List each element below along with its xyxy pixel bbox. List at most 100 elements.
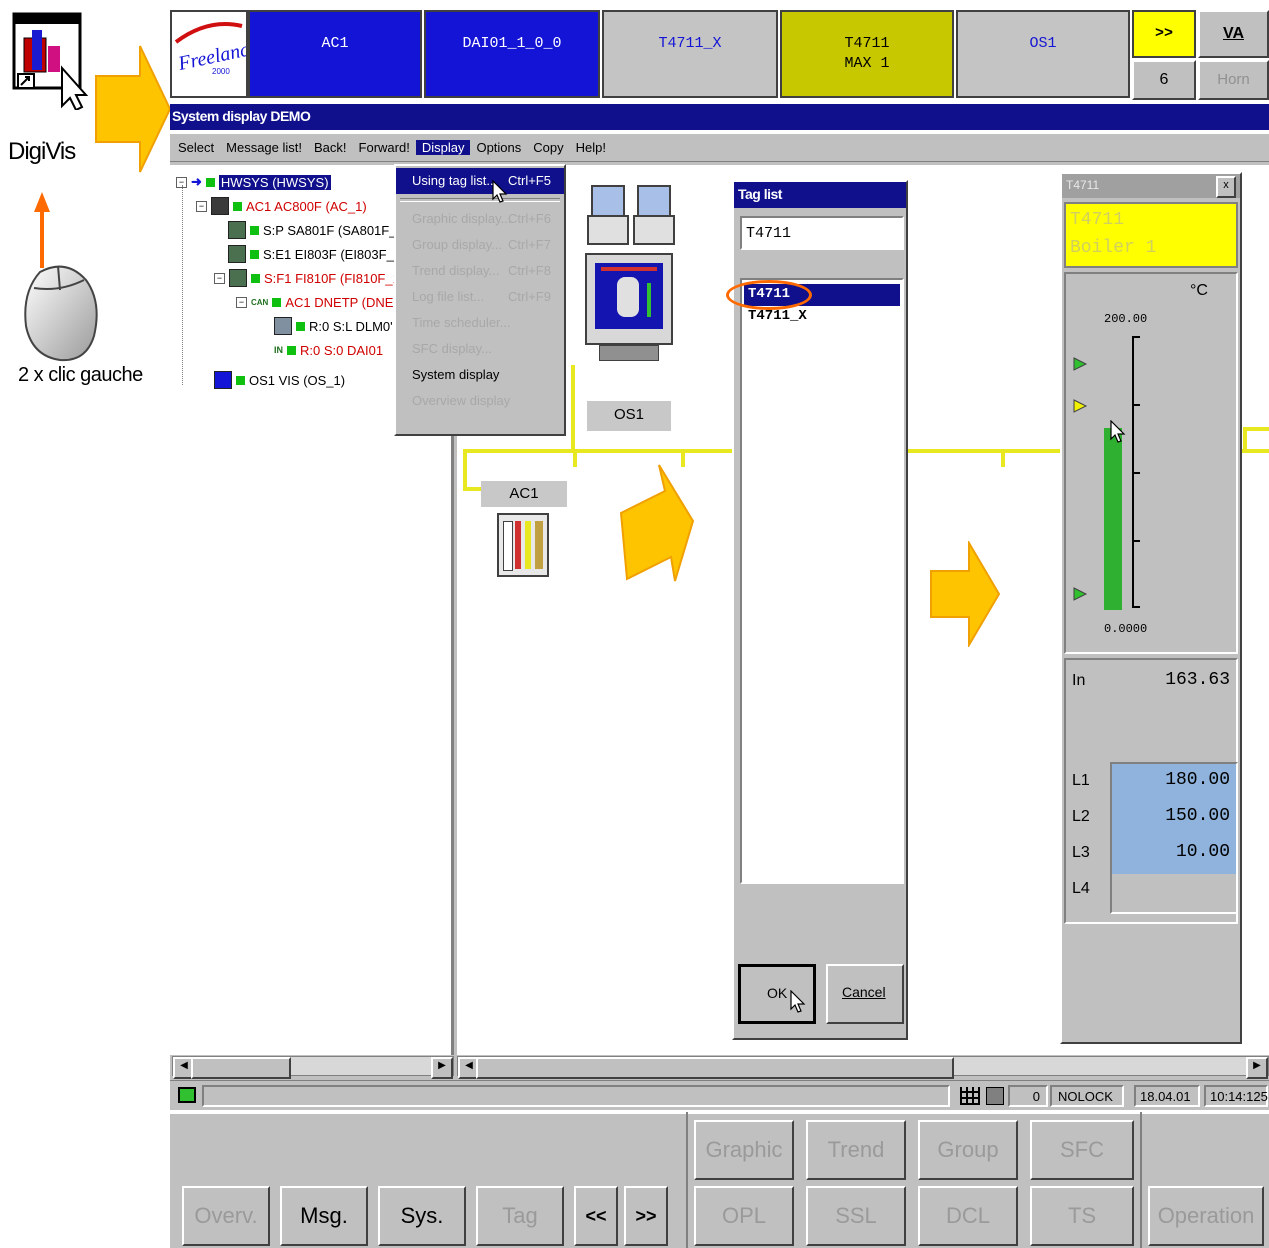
status-message-field (202, 1085, 950, 1107)
trend-button[interactable]: Trend (806, 1120, 906, 1180)
limit-label-l1: L1 (1072, 772, 1090, 789)
tag-button[interactable]: Tag (476, 1186, 564, 1246)
menu-item-using-tag-list[interactable]: Using tag list... Ctrl+F5 (396, 168, 564, 194)
status-indicator-icon (178, 1087, 196, 1103)
tree-label: S:E1 EI803F (EI803F_1 (263, 246, 402, 262)
faceplate-bargraph-area: °C 200.00 0.0000 (1064, 272, 1238, 654)
limit-value-l3[interactable]: 10.00 (1176, 842, 1230, 862)
limit-label-l4: L4 (1072, 880, 1090, 897)
horn-button[interactable]: Horn (1198, 60, 1269, 100)
display-dropdown: Using tag list... Ctrl+F5 Graphic display… (394, 164, 566, 436)
module-icon (229, 269, 247, 287)
limit-label-l2: L2 (1072, 808, 1090, 825)
mouse-caption: 2 x clic gauche (18, 364, 143, 386)
lock-status: NOLOCK (1058, 1089, 1113, 1104)
tree-node-ac1[interactable]: − AC1 AC800F (AC_1) (196, 195, 367, 217)
scroll-right-arrow[interactable]: ▶ (431, 1057, 453, 1079)
message-button[interactable]: Msg. (280, 1186, 368, 1246)
faceplate-t4711: T4711 x T4711 Boiler 1 °C 200.00 0.0000 … (1060, 172, 1242, 1044)
status-date: 18.04.01 (1140, 1089, 1191, 1104)
menu-forward[interactable]: Forward! (353, 140, 416, 155)
tree-node-dnetp[interactable]: − CAN AC1 DNETP (DNE (236, 291, 393, 313)
tag-listbox[interactable]: T4711 T4711_X (740, 278, 904, 884)
module-icon (228, 245, 246, 263)
scroll-thumb[interactable] (476, 1057, 954, 1079)
alarm-cell-os1[interactable]: OS1 (956, 10, 1130, 98)
tree-horizontal-scrollbar[interactable]: ◀ ▶ (172, 1056, 454, 1079)
alarm-cell-dai01[interactable]: DAI01_1_0_0 (424, 10, 600, 98)
menu-item-log-file-list: Log file list... Ctrl+F9 (412, 289, 551, 304)
system-button[interactable]: Sys. (378, 1186, 466, 1246)
ac1-controller-icon[interactable] (497, 513, 549, 577)
menu-display[interactable]: Display (415, 140, 471, 155)
limit-value-l2[interactable]: 150.00 (1165, 806, 1230, 826)
menu-item-group-display: Group display... Ctrl+F7 (412, 237, 551, 252)
menu-select[interactable]: Select (172, 140, 220, 155)
limit-marker-green-high (1073, 357, 1088, 371)
menu-copy[interactable]: Copy (527, 140, 569, 155)
scale-max: 200.00 (1104, 312, 1148, 326)
next-page-button[interactable]: >> (1132, 10, 1196, 58)
menu-item-sfc-display: SFC display... (412, 341, 492, 356)
os1-label: OS1 (587, 401, 671, 431)
alarm-cell-t4711x[interactable]: T4711_X (602, 10, 778, 98)
tree-node-os1[interactable]: OS1 VIS (OS_1) (214, 369, 345, 391)
cancel-button[interactable]: Cancel (826, 964, 904, 1024)
tree-label: R:0 S:0 DAI01 (300, 342, 384, 358)
ts-button[interactable]: TS (1030, 1186, 1134, 1246)
faceplate-header: T4711 Boiler 1 (1064, 202, 1238, 268)
tree-label: S:P SA801F (SA801F_ (263, 222, 397, 238)
tag-list-item-t4711x[interactable]: T4711_X (744, 308, 900, 328)
scroll-right-arrow[interactable]: ▶ (1246, 1057, 1268, 1079)
tree-node-sp[interactable]: S:P SA801F (SA801F_ (228, 219, 396, 241)
tree-node-sf1[interactable]: − S:F1 FI810F (FI810F_1 (214, 267, 400, 289)
close-icon[interactable]: x (1216, 176, 1236, 198)
menu-item-trend-display: Trend display... Ctrl+F8 (412, 263, 551, 278)
alarm-cell-t4711-max[interactable]: T4711 MAX 1 (780, 10, 954, 98)
menu-item-system-display[interactable]: System display (396, 362, 564, 388)
menu-options[interactable]: Options (470, 140, 527, 155)
graphic-button[interactable]: Graphic (694, 1120, 794, 1180)
svg-text:2000: 2000 (212, 67, 230, 76)
tree-node-se1[interactable]: S:E1 EI803F (EI803F_1 (228, 243, 401, 265)
limit-marker-green-low (1073, 587, 1088, 601)
tree-node-ros0[interactable]: IN R:0 S:0 DAI01 (274, 339, 383, 361)
tree-label: HWSYS (HWSYS) (218, 174, 331, 190)
arrow-right-icon: ➜ (191, 174, 202, 189)
orange-right-arrow-3 (930, 541, 1001, 647)
page-back-button[interactable]: << (574, 1186, 618, 1246)
tag-search-input[interactable]: T4711 (740, 216, 904, 250)
faceplate-values: In 163.63 L1 180.00 L2 150.00 L3 10.00 L… (1064, 658, 1238, 924)
ssl-button[interactable]: SSL (806, 1186, 906, 1246)
menu-message-list[interactable]: Message list! (220, 140, 308, 155)
alarm-cell-ac1[interactable]: AC1 (248, 10, 422, 98)
opl-button[interactable]: OPL (694, 1186, 794, 1246)
logo-text: Freelance (175, 37, 246, 75)
digivis-desktop-icon[interactable]: DigiVis (8, 10, 96, 165)
va-button[interactable]: VA (1198, 10, 1269, 58)
menu-item-overview-display: Overview display (412, 393, 511, 408)
os1-station[interactable]: OS1 (585, 179, 675, 431)
tree-node-hwsys[interactable]: − ➜ HWSYS (HWSYS) (176, 171, 331, 193)
scroll-thumb[interactable] (191, 1057, 291, 1079)
menu-help[interactable]: Help! (570, 140, 612, 155)
monitor-icon (214, 371, 232, 389)
page-forward-button[interactable]: >> (624, 1186, 668, 1246)
canvas-horizontal-scrollbar[interactable]: ◀ ▶ (457, 1056, 1269, 1079)
overview-button[interactable]: Overv. (182, 1186, 270, 1246)
menu-back[interactable]: Back! (308, 140, 353, 155)
limit-value-l1[interactable]: 180.00 (1165, 770, 1230, 790)
io-module-icon (274, 317, 292, 335)
tag-list-dialog: Tag list T4711 T4711 T4711_X OK Cancel (726, 180, 908, 1040)
sfc-button[interactable]: SFC (1030, 1120, 1134, 1180)
bargraph-fill (1104, 427, 1122, 610)
dcl-button[interactable]: DCL (918, 1186, 1018, 1246)
ac1-label: AC1 (481, 481, 567, 507)
group-button[interactable]: Group (918, 1120, 1018, 1180)
faceplate-desc: Boiler 1 (1070, 238, 1157, 258)
orange-right-arrow-1 (95, 45, 172, 173)
tree-label: AC1 DNETP (DNE (285, 294, 394, 310)
operation-button[interactable]: Operation (1148, 1186, 1264, 1246)
tree-node-rosl[interactable]: R:0 S:L DLM0' (274, 315, 393, 337)
orange-up-arrow (34, 192, 50, 268)
